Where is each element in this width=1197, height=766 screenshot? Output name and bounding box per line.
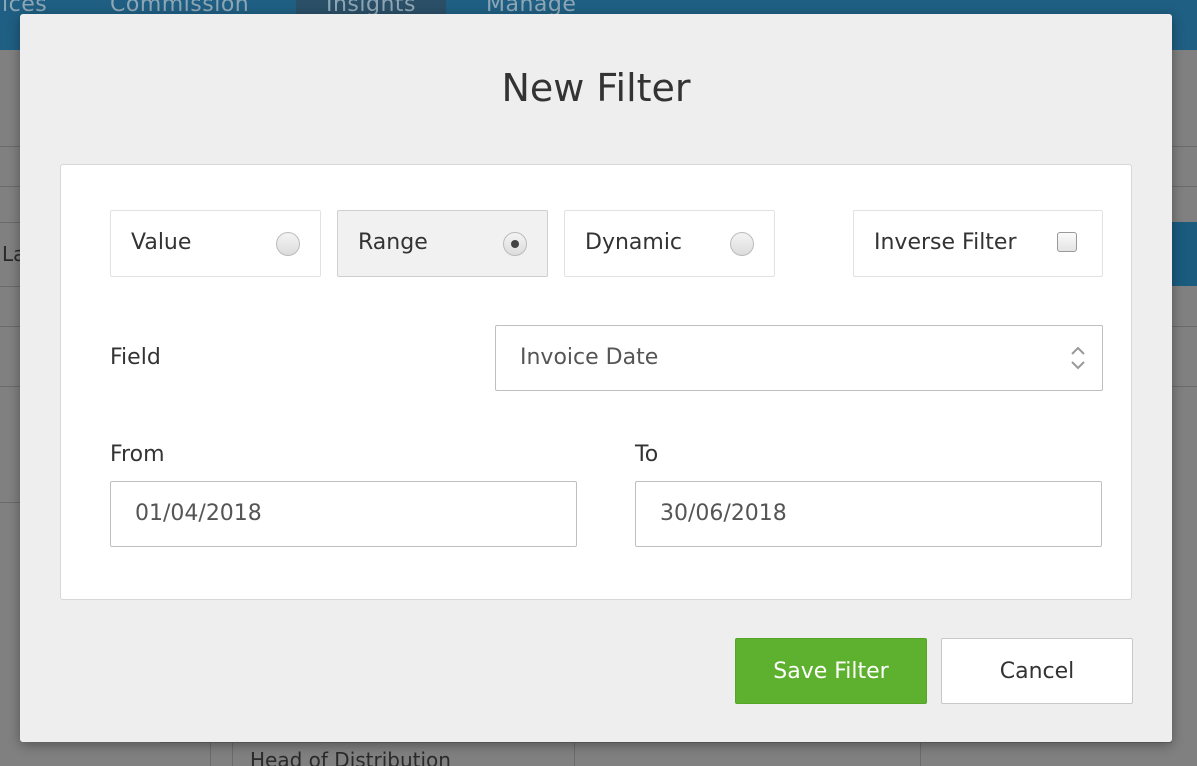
filter-type-range-option[interactable]: Range [337, 210, 548, 277]
dynamic-radio[interactable] [730, 232, 754, 256]
filter-type-value-option[interactable]: Value [110, 210, 321, 277]
cancel-button[interactable]: Cancel [941, 638, 1133, 704]
divider [1172, 326, 1197, 327]
range-radio[interactable] [503, 232, 527, 256]
background-action-button [1172, 222, 1197, 286]
save-filter-button[interactable]: Save Filter [735, 638, 927, 704]
modal-title: New Filter [501, 66, 691, 110]
table-cell [210, 742, 211, 766]
value-radio[interactable] [276, 232, 300, 256]
new-filter-modal: New Filter Value Range Dynamic Inverse F… [20, 14, 1172, 742]
divider [1172, 186, 1197, 187]
from-date-input[interactable]: 01/04/2018 [110, 481, 577, 547]
divider [0, 386, 20, 387]
to-label: To [635, 442, 659, 467]
select-arrows-icon [1071, 346, 1085, 370]
from-date-value: 01/04/2018 [135, 501, 262, 526]
filter-form-panel: Value Range Dynamic Inverse Filter Field… [60, 164, 1132, 600]
from-label: From [110, 442, 165, 467]
inverse-filter-checkbox[interactable] [1057, 232, 1077, 252]
field-select[interactable]: Invoice Date [495, 325, 1103, 391]
divider [0, 222, 20, 223]
table-cell [920, 742, 921, 766]
divider [0, 286, 20, 287]
filter-type-dynamic-option[interactable]: Dynamic [564, 210, 775, 277]
divider [0, 146, 20, 147]
divider [1172, 386, 1197, 387]
field-select-value: Invoice Date [520, 345, 659, 370]
divider [0, 186, 20, 187]
background-row-text: Head of Distribution [250, 748, 451, 766]
field-label: Field [110, 345, 161, 370]
option-label: Dynamic [585, 230, 683, 255]
to-date-value: 30/06/2018 [660, 501, 787, 526]
table-cell [574, 742, 575, 766]
table-cell [232, 742, 233, 766]
option-label: Value [131, 230, 192, 255]
divider [0, 326, 20, 327]
inverse-filter-option[interactable]: Inverse Filter [853, 210, 1103, 277]
radio-selected-dot [511, 240, 519, 248]
divider [1172, 146, 1197, 147]
divider [0, 502, 20, 503]
option-label: Range [358, 230, 428, 255]
option-label: Inverse Filter [874, 230, 1017, 255]
to-date-input[interactable]: 30/06/2018 [635, 481, 1102, 547]
